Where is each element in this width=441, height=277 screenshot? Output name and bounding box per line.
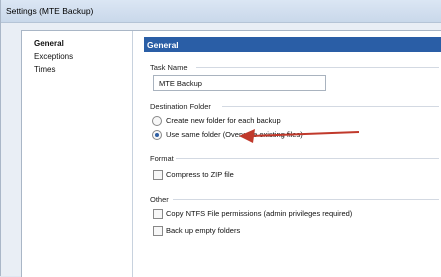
panel-title: General: [147, 40, 179, 50]
window-title: Settings (MTE Backup): [6, 6, 94, 16]
settings-client-area: General Exceptions Times General Task Na…: [21, 30, 441, 277]
task-name-label: Task Name: [150, 63, 188, 72]
settings-sidebar: General Exceptions Times: [22, 31, 133, 277]
group-divider: [173, 199, 439, 200]
sidebar-item-general[interactable]: General: [34, 39, 64, 48]
copy-ntfs-permissions-label[interactable]: Copy NTFS File permissions (admin privil…: [166, 209, 352, 218]
task-name-value: MTE Backup: [159, 79, 202, 88]
compress-zip-label[interactable]: Compress to ZIP file: [166, 170, 234, 179]
group-divider: [222, 106, 439, 107]
use-same-folder-radio[interactable]: [152, 130, 162, 140]
create-new-folder-radio[interactable]: [152, 116, 162, 126]
left-arrow-icon: [239, 129, 359, 143]
destination-folder-label: Destination Folder: [150, 102, 211, 111]
create-new-folder-label[interactable]: Create new folder for each backup: [166, 116, 281, 125]
general-panel: General Task Name MTE Backup Destination…: [144, 31, 441, 277]
group-divider: [176, 158, 439, 159]
compress-zip-checkbox[interactable]: [153, 170, 163, 180]
task-name-input[interactable]: MTE Backup: [153, 75, 326, 91]
panel-header: General: [144, 37, 441, 52]
format-label: Format: [150, 154, 174, 163]
copy-ntfs-permissions-checkbox[interactable]: [153, 209, 163, 219]
back-up-empty-folders-label[interactable]: Back up empty folders: [166, 226, 240, 235]
other-label: Other: [150, 195, 169, 204]
settings-window: Settings (MTE Backup) General Exceptions…: [0, 0, 441, 277]
back-up-empty-folders-checkbox[interactable]: [153, 226, 163, 236]
sidebar-item-times[interactable]: Times: [34, 65, 55, 74]
sidebar-item-exceptions[interactable]: Exceptions: [34, 52, 73, 61]
title-bar[interactable]: Settings (MTE Backup): [1, 0, 441, 23]
group-divider: [196, 67, 439, 68]
